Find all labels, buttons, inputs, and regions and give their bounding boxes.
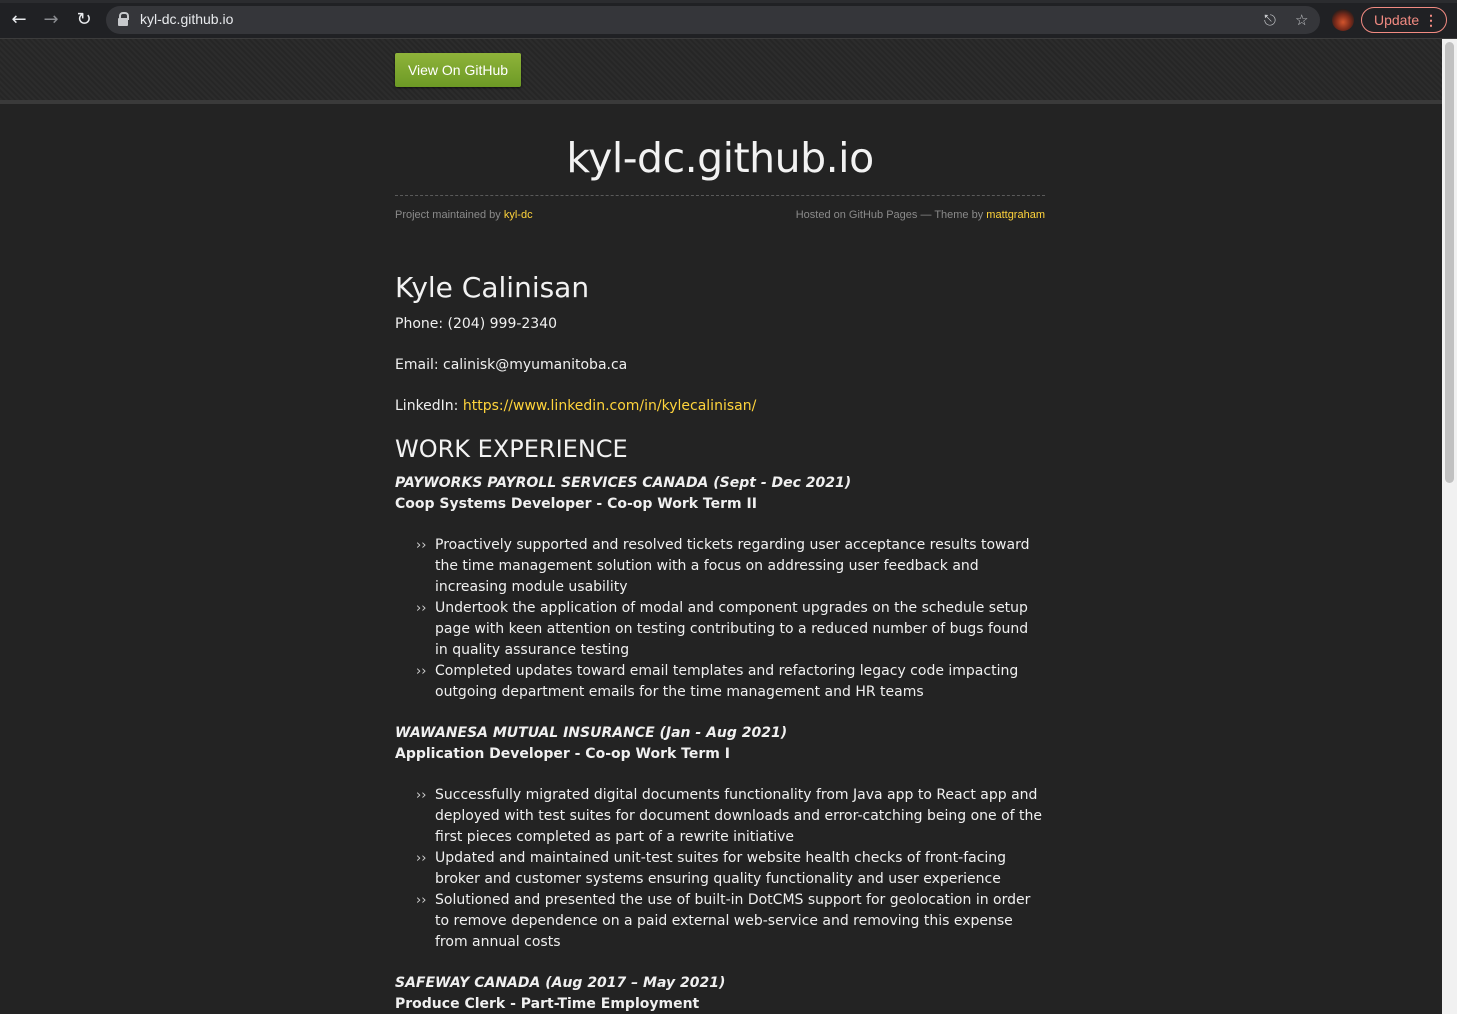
reload-icon[interactable]: ↻ (73, 9, 95, 31)
view-on-github-button[interactable]: View On GitHub (395, 53, 521, 87)
linkedin-link[interactable]: https://www.linkedin.com/in/kylecalinisa… (463, 398, 756, 414)
job-employer: WAWANESA MUTUAL INSURANCE (Jan - Aug 202… (395, 725, 788, 741)
bullet-chevron-icon: ›› (416, 664, 427, 679)
bullet-chevron-icon: ›› (416, 601, 427, 616)
job-role: Coop Systems Developer - Co-op Work Term… (395, 496, 757, 512)
job-role: Produce Clerk - Part-Time Employment (395, 996, 700, 1012)
hosted-line: Hosted on GitHub Pages — Theme by mattgr… (796, 209, 1045, 221)
site-title: kyl-dc.github.io (566, 134, 874, 182)
theme-author-link[interactable]: mattgraham (986, 209, 1045, 221)
list-item: ›› Solutioned and presented the use of bu… (416, 892, 1031, 950)
phone-line: Phone: (204) 999-2340 (395, 316, 558, 332)
update-label: Update (1374, 12, 1420, 28)
scrollbar-thumb[interactable] (1445, 42, 1454, 483)
more-menu-icon[interactable]: ⋮ (1424, 8, 1438, 32)
resume-name: Kyle Calinisan (395, 271, 590, 304)
bookmark-star-icon[interactable]: ☆ (1295, 10, 1308, 30)
email-line: Email: calinisk@myumanitoba.ca (395, 357, 628, 373)
bullet-chevron-icon: ›› (416, 893, 427, 908)
back-arrow-icon[interactable]: ← (8, 9, 30, 31)
share-icon[interactable]: ⎋ (1264, 10, 1276, 30)
list-item: ›› Successfully migrated digital document… (416, 787, 1042, 845)
address-bar[interactable]: kyl-dc.github.io ⎋ ☆ (106, 6, 1320, 34)
job-employer: PAYWORKS PAYROLL SERVICES CANADA (Sept -… (395, 475, 852, 491)
maintainer-line: Project maintained by kyl-dc (395, 209, 533, 221)
section-heading-work: WORK EXPERIENCE (395, 435, 628, 463)
list-item: ›› Proactively supported and resolved tic… (416, 537, 1030, 595)
page-header (0, 39, 1442, 104)
update-button[interactable]: Update ⋮ (1361, 7, 1447, 33)
job-bullets: ›› Successfully migrated digital document… (395, 785, 1045, 953)
browser-toolbar: ← → ↻ kyl-dc.github.io ⎋ ☆ Update ⋮ (0, 0, 1457, 39)
linkedin-label: LinkedIn: (395, 398, 459, 414)
title-divider (395, 195, 1045, 196)
maintainer-link[interactable]: kyl-dc (504, 209, 533, 221)
linkedin-line: LinkedIn: https://www.linkedin.com/in/ky… (395, 398, 756, 414)
bullet-chevron-icon: ›› (416, 851, 427, 866)
profile-avatar[interactable] (1332, 9, 1354, 31)
bullet-chevron-icon: ›› (416, 538, 427, 553)
tab-strip (0, 0, 1457, 3)
maintainer-prefix: Project maintained by (395, 209, 501, 221)
job-role: Application Developer - Co-op Work Term … (395, 746, 730, 762)
forward-arrow-icon[interactable]: → (40, 9, 62, 31)
url-text[interactable]: kyl-dc.github.io (140, 11, 233, 27)
lock-icon (118, 12, 129, 26)
list-item: ›› Undertook the application of modal and… (416, 600, 1029, 658)
hosted-text: Hosted on GitHub Pages — Theme by (795, 209, 984, 221)
bullet-chevron-icon: ›› (416, 788, 427, 803)
job-bullets: ›› Proactively supported and resolved tic… (395, 535, 1045, 703)
job-employer: SAFEWAY CANADA (Aug 2017 – May 2021) (395, 975, 726, 991)
list-item: ›› Updated and maintained unit-test suite… (416, 850, 1007, 887)
list-item: ›› Completed updates toward email templat… (416, 663, 1019, 700)
